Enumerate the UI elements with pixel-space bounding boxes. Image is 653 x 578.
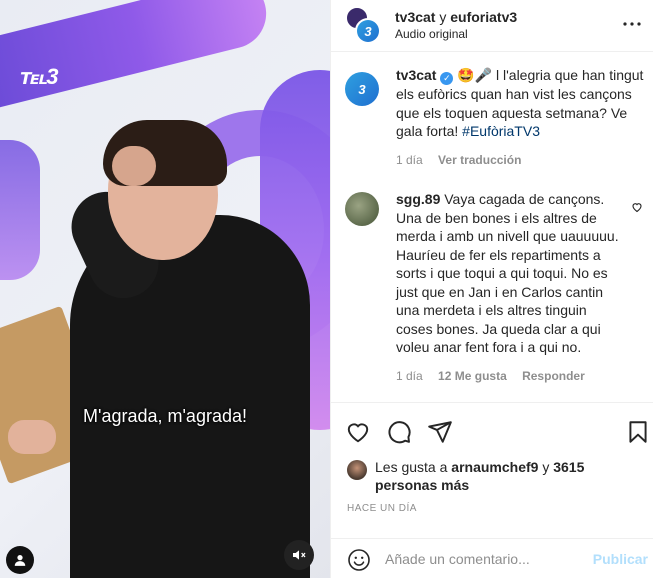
comment-input[interactable] <box>385 548 585 570</box>
emoji-button[interactable] <box>347 548 371 572</box>
avatar: 3 <box>355 18 381 44</box>
avatar[interactable] <box>345 192 379 226</box>
caption-time[interactable]: 1 día <box>396 153 423 167</box>
speaker-muted-icon <box>293 550 306 560</box>
likes-count[interactable]: 3615 <box>553 459 584 475</box>
audio-link[interactable]: Audio original <box>395 27 468 41</box>
share-button[interactable] <box>427 419 453 445</box>
author-link[interactable]: tv3cat <box>395 9 435 25</box>
comment-composer: Publicar <box>331 538 653 578</box>
video-subtitle: M'agrada, m'agrada! <box>83 406 247 426</box>
comment: sgg.89 Vaya cagada de cançons. Una de be… <box>345 190 645 383</box>
likes-summary: Les gusta a arnaumchef9 y 3615 personas m… <box>347 458 647 494</box>
caption-author[interactable]: tv3cat <box>396 67 436 83</box>
person-hand <box>112 146 156 186</box>
post-timestamp[interactable]: HACE UN DÍA <box>347 503 417 514</box>
comment-icon <box>388 421 411 444</box>
avatar[interactable] <box>347 460 367 480</box>
tv3-watermark: ℡3 <box>20 64 58 89</box>
user-icon <box>14 555 26 566</box>
hashtag-link[interactable]: #EufòriaTV3 <box>462 123 540 139</box>
action-bar <box>331 402 653 458</box>
mute-button[interactable] <box>284 540 314 570</box>
post-authors: tv3cat y euforiatv3 <box>395 9 517 25</box>
comment-time[interactable]: 1 día <box>396 369 423 383</box>
likes-middle: y <box>538 459 554 475</box>
avatar[interactable]: 3 <box>345 72 379 106</box>
background-stripe <box>0 0 274 119</box>
liker-link[interactable]: arnaumchef9 <box>451 459 538 475</box>
author-link[interactable]: euforiatv3 <box>450 9 517 25</box>
like-comment-button[interactable] <box>631 200 643 213</box>
likes-prefix: Les gusta a <box>375 459 452 475</box>
heart-icon <box>347 423 369 443</box>
video-player[interactable]: ℡3 M'agrada, m'agrada! <box>0 0 330 578</box>
background-stripe <box>0 140 40 280</box>
more-horizontal-icon <box>623 22 641 26</box>
like-button[interactable] <box>345 419 371 445</box>
collab-avatar[interactable]: 3 <box>345 6 381 44</box>
author-separator: y <box>435 9 451 25</box>
publish-button[interactable]: Publicar <box>593 551 648 567</box>
more-options-button[interactable] <box>620 12 644 36</box>
likes-suffix[interactable]: personas más <box>375 477 469 493</box>
verified-badge-icon: ✓ <box>440 72 454 85</box>
bookmark-icon <box>629 421 647 443</box>
comment-text: Vaya cagada de cançons. Una de ben bones… <box>396 191 619 355</box>
reply-button[interactable]: Responder <box>522 369 585 383</box>
comment-button[interactable] <box>386 419 412 445</box>
comment-likes[interactable]: 12 Me gusta <box>438 369 507 383</box>
tagged-users-button[interactable] <box>6 546 34 574</box>
save-button[interactable] <box>625 419 651 445</box>
emoji-icon <box>348 549 370 571</box>
translate-button[interactable]: Ver traducción <box>438 153 521 167</box>
post-caption: 3 tv3cat ✓ 🤩🎤 l l'alegria que han tingut… <box>345 66 645 167</box>
post-panel: 3 tv3cat y euforiatv3 Audio original 3 t… <box>330 0 653 578</box>
comment-author[interactable]: sgg.89 <box>396 191 440 207</box>
heart-icon <box>632 203 642 213</box>
send-icon <box>428 421 452 443</box>
post-header: 3 tv3cat y euforiatv3 Audio original <box>331 0 653 52</box>
